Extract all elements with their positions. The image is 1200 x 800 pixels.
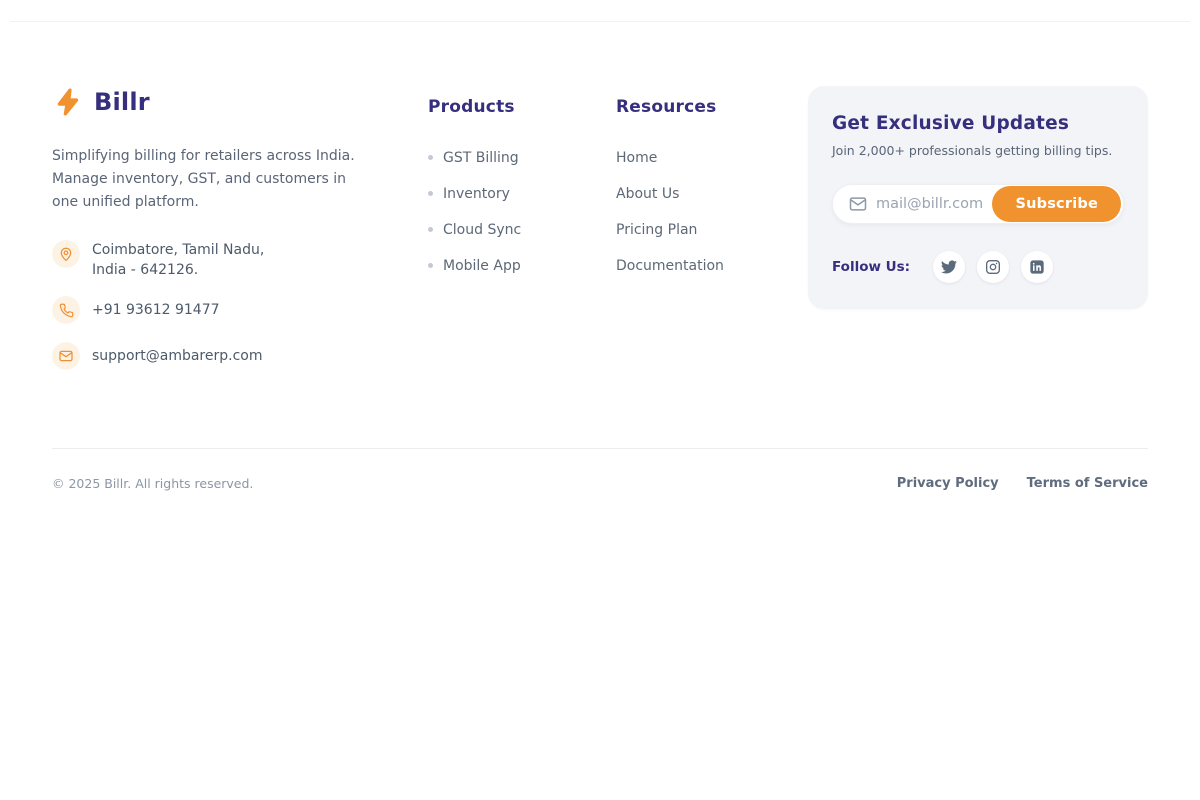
contact-list: Coimbatore, Tamil Nadu, India - 642126. … (52, 240, 382, 370)
envelope-icon (52, 342, 80, 370)
phone-icon (52, 296, 80, 324)
brand-column: Billr Simplifying billing for retailers … (52, 86, 382, 388)
bullet-dot-icon (428, 227, 433, 232)
subscribe-form: Subscribe (832, 184, 1124, 224)
location-pin-icon (52, 240, 80, 268)
instagram-icon[interactable] (977, 251, 1009, 283)
resource-link-item: Home (616, 150, 806, 165)
resources-list: Home About Us Pricing Plan Documentation (616, 150, 806, 273)
footer: Billr Simplifying billing for retailers … (0, 22, 1200, 493)
bullet-dot-icon (428, 191, 433, 196)
product-link-gst-billing[interactable]: GST Billing (443, 150, 519, 166)
product-link-item: Cloud Sync (428, 222, 616, 237)
product-link-cloud-sync[interactable]: Cloud Sync (443, 222, 521, 238)
product-link-inventory[interactable]: Inventory (443, 186, 510, 202)
subscribe-button[interactable]: Subscribe (992, 186, 1121, 222)
resource-link-pricing-plan[interactable]: Pricing Plan (616, 222, 697, 238)
bullet-dot-icon (428, 263, 433, 268)
products-list: GST Billing Inventory Cloud Sync Mobile … (428, 150, 616, 273)
resource-link-documentation[interactable]: Documentation (616, 258, 724, 274)
resources-heading: Resources (616, 97, 806, 117)
contact-phone-text: +91 93612 91477 (92, 300, 220, 320)
product-link-item: Mobile App (428, 258, 616, 273)
product-link-item: GST Billing (428, 150, 616, 165)
follow-us-label: Follow Us: (832, 259, 910, 275)
products-column: Products GST Billing Inventory Cloud Syn… (428, 86, 616, 294)
newsletter-subtitle: Join 2,000+ professionals getting billin… (832, 143, 1124, 158)
brand-name: Billr (94, 88, 150, 116)
brand-description-line: one unified platform. (52, 191, 382, 214)
brand-logo: Billr (52, 86, 382, 118)
copyright-text: © 2025 Billr. All rights reserved. (52, 476, 253, 491)
newsletter-title: Get Exclusive Updates (832, 113, 1124, 134)
resource-link-item: About Us (616, 186, 806, 201)
follow-row: Follow Us: (832, 251, 1124, 283)
resource-link-home[interactable]: Home (616, 150, 657, 166)
resource-link-item: Documentation (616, 258, 806, 273)
contact-phone: +91 93612 91477 (52, 296, 382, 324)
product-link-item: Inventory (428, 186, 616, 201)
mail-input-icon (848, 194, 868, 214)
brand-description-line: Simplifying billing for retailers across… (52, 145, 382, 168)
twitter-icon[interactable] (933, 251, 965, 283)
footer-columns: Billr Simplifying billing for retailers … (52, 86, 1148, 388)
contact-email: support@ambarerp.com (52, 342, 382, 370)
brand-description: Simplifying billing for retailers across… (52, 145, 382, 214)
terms-of-service-link[interactable]: Terms of Service (1027, 476, 1148, 491)
lightning-bolt-icon (52, 86, 84, 118)
linkedin-icon[interactable] (1021, 251, 1053, 283)
contact-location-text: Coimbatore, Tamil Nadu, India - 642126. (92, 240, 264, 280)
resources-column: Resources Home About Us Pricing Plan Doc… (616, 86, 806, 294)
brand-description-line: Manage inventory, GST, and customers in (52, 168, 382, 191)
legal-links: Privacy Policy Terms of Service (869, 476, 1148, 491)
resource-link-item: Pricing Plan (616, 222, 806, 237)
resource-link-about-us[interactable]: About Us (616, 186, 679, 202)
privacy-policy-link[interactable]: Privacy Policy (897, 476, 999, 491)
email-input[interactable] (876, 196, 992, 212)
contact-location: Coimbatore, Tamil Nadu, India - 642126. (52, 240, 382, 280)
location-line-1: Coimbatore, Tamil Nadu, (92, 240, 264, 260)
contact-email-text: support@ambarerp.com (92, 346, 263, 366)
products-heading: Products (428, 97, 616, 117)
location-line-2: India - 642126. (92, 260, 264, 280)
bottom-bar: © 2025 Billr. All rights reserved. Priva… (52, 449, 1148, 493)
product-link-mobile-app[interactable]: Mobile App (443, 258, 521, 274)
newsletter-card: Get Exclusive Updates Join 2,000+ profes… (808, 86, 1148, 309)
bullet-dot-icon (428, 155, 433, 160)
